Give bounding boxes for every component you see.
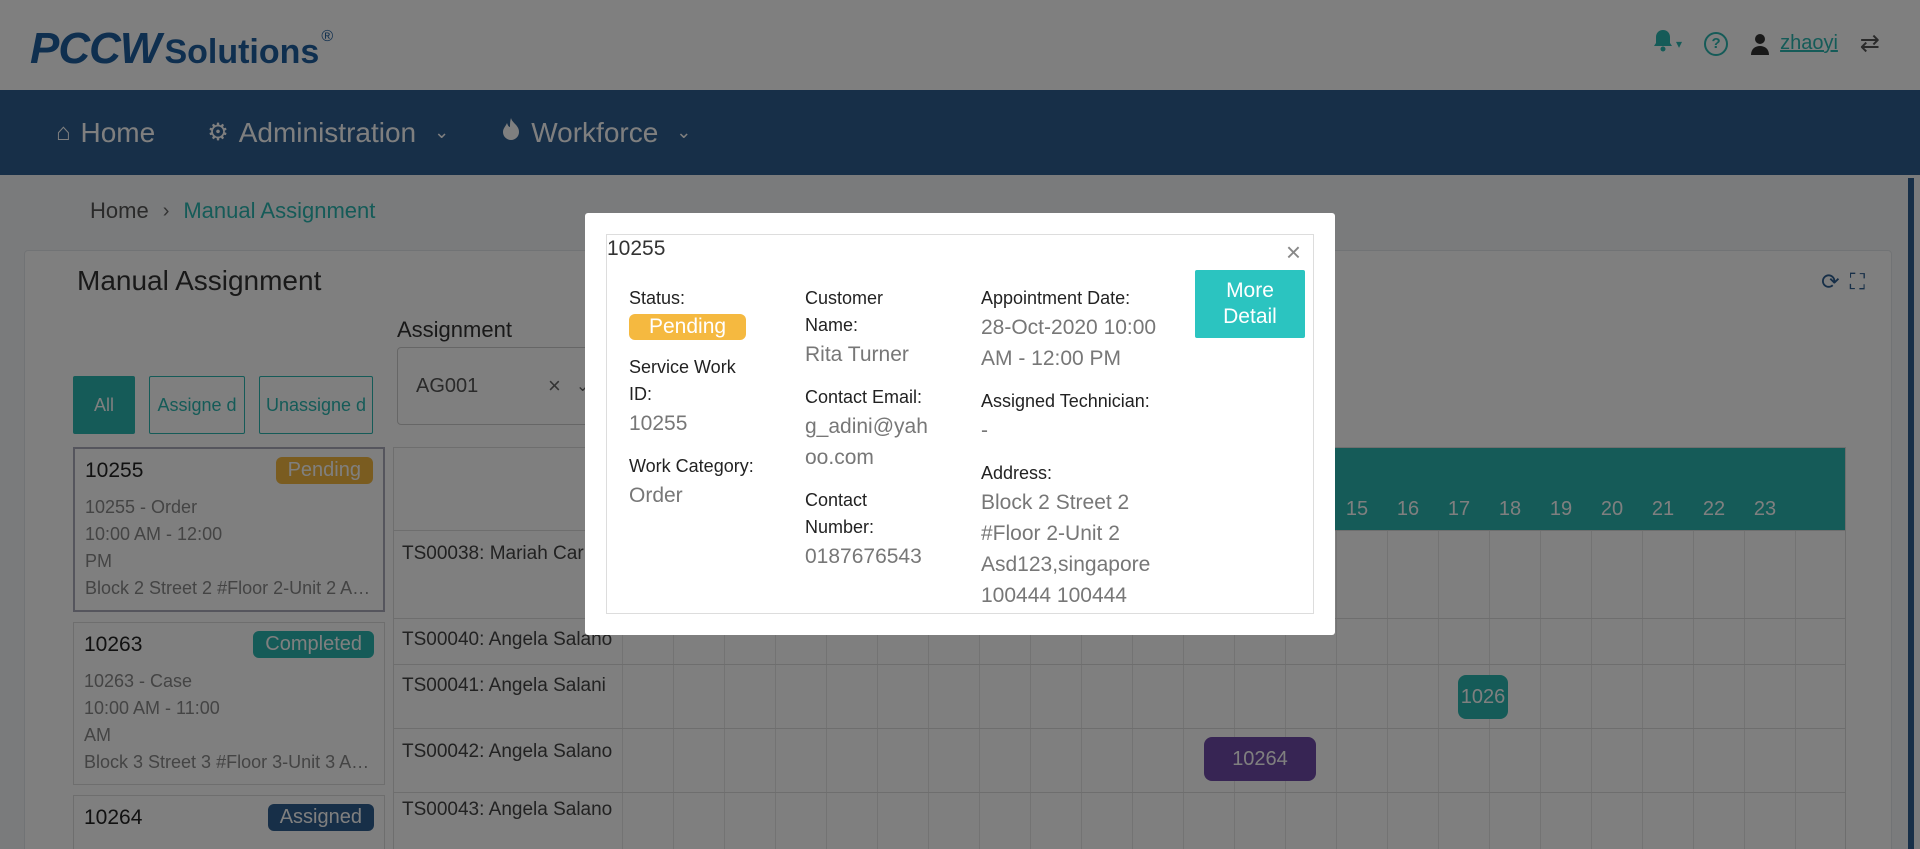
address-value: 100444 100444 — [981, 584, 1127, 607]
address-value: Block 2 Street 2 — [981, 491, 1130, 514]
contact-email-value: oo.com — [805, 446, 874, 469]
customer-name-label: Customer — [805, 288, 884, 308]
modal-col-2: Customer Name: Rita Turner Contact Email… — [805, 285, 965, 586]
contact-number-label: Contact — [805, 490, 868, 510]
modal-col-1: Status: Pending Service Work ID: 10255 W… — [629, 285, 779, 525]
contact-number-label: Number: — [805, 517, 875, 537]
close-icon[interactable]: × — [1286, 237, 1301, 268]
modal-title: 10255 — [607, 237, 666, 260]
more-detail-label: More — [1226, 279, 1274, 302]
service-id-value: 10255 — [629, 412, 688, 435]
appointment-date-label: Appointment Date: — [981, 288, 1131, 308]
contact-email-value: g_adini@yah — [805, 415, 928, 438]
assigned-technician-label: Assigned Technician: — [981, 391, 1150, 411]
service-id-label: ID: — [629, 384, 653, 404]
modal-content: 10255 × Status: Pending Service Work ID:… — [606, 234, 1314, 614]
address-value: #Floor 2-Unit 2 — [981, 522, 1120, 545]
service-id-label: Service Work — [629, 357, 736, 377]
address-label: Address: — [981, 463, 1053, 483]
more-detail-button[interactable]: More Detail — [1195, 270, 1305, 338]
work-category-label: Work Category: — [629, 456, 754, 476]
work-category-value: Order — [629, 484, 683, 507]
modal-col-3: Appointment Date: 28-Oct-2020 10:00 AM -… — [981, 285, 1191, 625]
more-detail-label: Detail — [1223, 305, 1277, 328]
job-detail-modal: 10255 × Status: Pending Service Work ID:… — [585, 213, 1335, 635]
assigned-technician-value: - — [981, 419, 988, 442]
customer-name-value: Rita Turner — [805, 343, 909, 366]
status-label: Status: — [629, 288, 686, 308]
appointment-date-value: AM - 12:00 PM — [981, 347, 1122, 370]
contact-email-label: Contact Email: — [805, 387, 923, 407]
appointment-date-value: 28-Oct-2020 10:00 — [981, 316, 1157, 339]
status-badge: Pending — [629, 314, 747, 340]
customer-name-label: Name: — [805, 315, 859, 335]
address-value: Asd123,singapore — [981, 553, 1151, 576]
contact-number-value: 0187676543 — [805, 545, 922, 568]
